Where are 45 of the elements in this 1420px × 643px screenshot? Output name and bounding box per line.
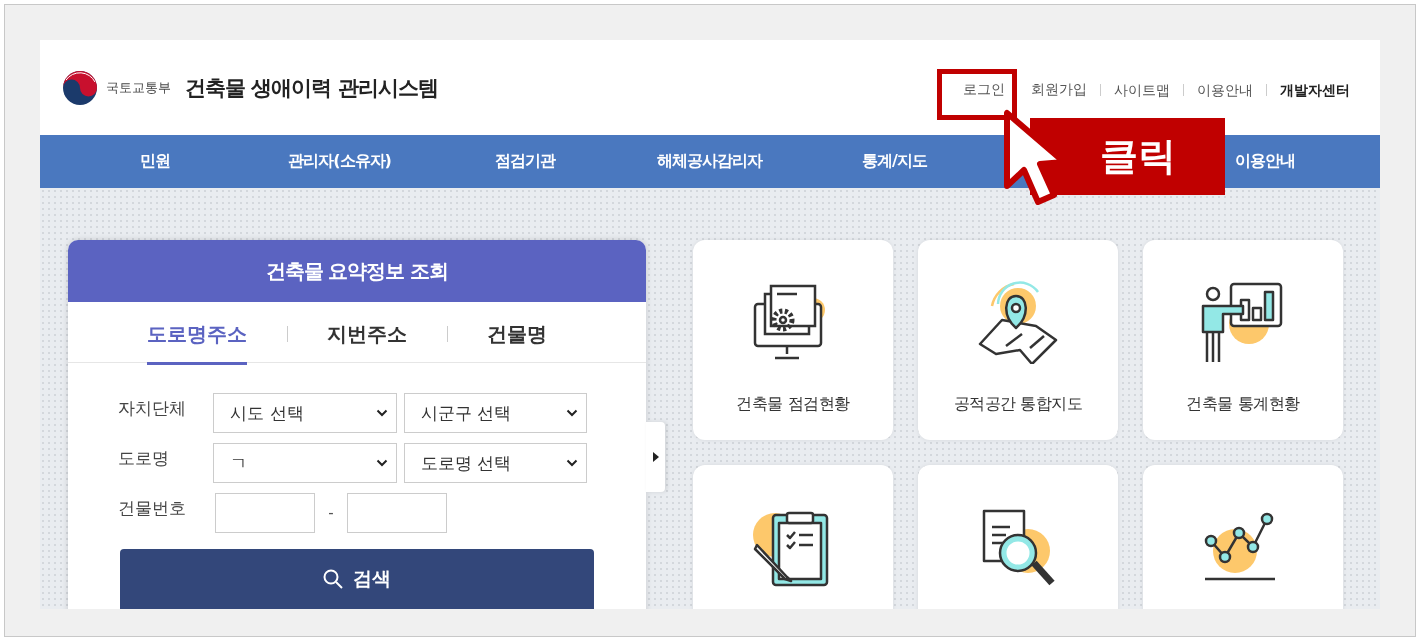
nav-item[interactable]: 해체공사감리자 bbox=[657, 151, 762, 172]
search-tab[interactable]: 지번주소 bbox=[327, 303, 407, 365]
top-link[interactable]: 로그인 bbox=[950, 80, 1018, 99]
nav-item[interactable]: 관리자(소유자) bbox=[288, 151, 391, 172]
emblem-icon bbox=[62, 69, 98, 106]
chevron-down-icon bbox=[375, 409, 388, 417]
nav-item[interactable]: 점검기관 bbox=[494, 151, 555, 172]
service-tile[interactable] bbox=[693, 465, 893, 609]
field-label: 건물번호 bbox=[118, 497, 187, 520]
nav-item[interactable]: 이용안내 bbox=[1234, 151, 1295, 172]
top-link[interactable]: 회원가입 bbox=[1018, 80, 1100, 99]
map-pin-icon bbox=[976, 280, 1060, 364]
service-tile[interactable] bbox=[918, 465, 1118, 609]
panel-toggle[interactable] bbox=[646, 422, 665, 492]
site-title[interactable]: 건축물 생애이력 관리시스템 bbox=[185, 73, 438, 102]
field-label: 도로명 bbox=[118, 447, 170, 470]
service-tile[interactable]: 공적공간 통합지도 bbox=[918, 240, 1118, 440]
callout-label: 클릭 bbox=[1030, 118, 1225, 195]
service-tile[interactable]: 건축물 통계현황 bbox=[1143, 240, 1343, 440]
nav-item[interactable]: 통계/지도 bbox=[862, 151, 927, 172]
chevron-down-icon bbox=[375, 459, 388, 467]
select-field[interactable]: 시도 선택 bbox=[213, 393, 397, 433]
search-icon bbox=[323, 569, 343, 589]
chevron-down-icon bbox=[566, 459, 578, 467]
range-separator: - bbox=[327, 504, 335, 522]
nav-item[interactable]: 민원 bbox=[139, 151, 170, 172]
search-tab[interactable]: 도로명주소 bbox=[147, 303, 247, 365]
chevron-down-icon bbox=[566, 409, 578, 417]
select-field[interactable]: 도로명 선택 bbox=[403, 443, 587, 483]
field-label: 자치단체 bbox=[118, 397, 187, 420]
service-tile[interactable] bbox=[1143, 465, 1343, 609]
search-tab[interactable]: 건물명 bbox=[487, 303, 547, 365]
presenter-chart-icon bbox=[1201, 280, 1285, 364]
top-link[interactable]: 이용안내 bbox=[1183, 83, 1266, 96]
service-tile[interactable]: 건축물 점검현황 bbox=[693, 240, 893, 440]
top-link[interactable]: 개발자센터 bbox=[1266, 83, 1350, 96]
select-field[interactable]: ㄱ bbox=[213, 443, 397, 483]
input-field[interactable] bbox=[215, 493, 315, 533]
triangle-right-icon bbox=[652, 452, 659, 462]
search-button[interactable]: 검색 bbox=[120, 549, 594, 609]
panel-title: 건축물 요약정보 조회 bbox=[265, 257, 449, 285]
input-field[interactable] bbox=[347, 493, 447, 533]
top-link[interactable]: 사이트맵 bbox=[1100, 83, 1183, 96]
select-field[interactable]: 시군구 선택 bbox=[403, 393, 587, 433]
ministry-name: 국토교통부 bbox=[106, 78, 171, 97]
